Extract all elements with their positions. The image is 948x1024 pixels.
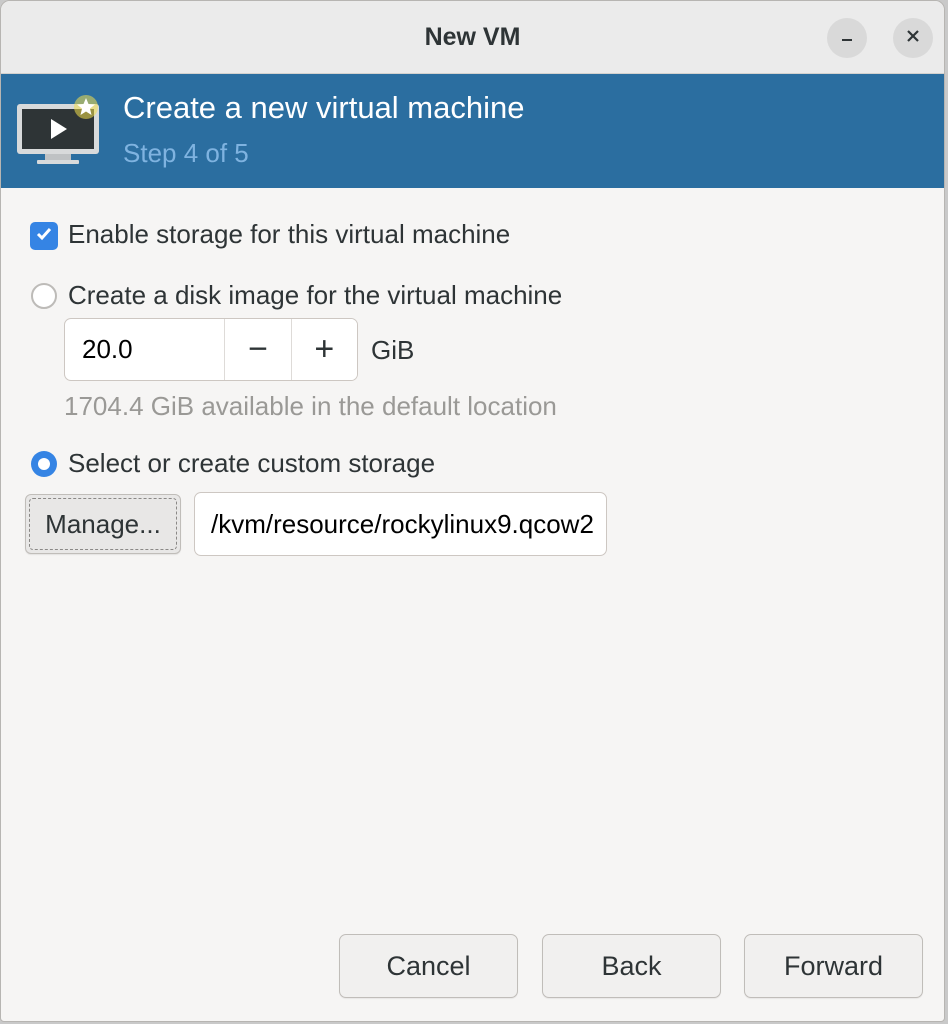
radio-dot xyxy=(38,458,50,470)
minimize-icon xyxy=(839,28,855,49)
decrement-button[interactable]: − xyxy=(224,319,291,380)
enable-storage-label[interactable]: Enable storage for this virtual machine xyxy=(68,219,510,250)
forward-button[interactable]: Forward xyxy=(744,934,923,998)
new-vm-dialog: New VM Create a new virtual machine Step… xyxy=(0,0,945,1022)
manage-button-label: Manage... xyxy=(45,508,161,539)
increment-button[interactable]: + xyxy=(290,319,357,380)
disk-size-spinbutton[interactable]: 20.0 − + xyxy=(64,318,358,381)
minimize-button[interactable] xyxy=(827,18,867,58)
virtual-machine-icon xyxy=(15,90,105,170)
wizard-heading: Create a new virtual machine xyxy=(123,90,525,125)
wizard-step: Step 4 of 5 xyxy=(123,138,249,168)
create-disk-radio[interactable] xyxy=(31,283,57,309)
back-button[interactable]: Back xyxy=(542,934,721,998)
checkmark-icon xyxy=(34,224,54,249)
wizard-banner: Create a new virtual machine Step 4 of 5 xyxy=(1,74,944,188)
manage-button[interactable]: Manage... xyxy=(25,494,181,554)
cancel-button[interactable]: Cancel xyxy=(339,934,518,998)
create-disk-label[interactable]: Create a disk image for the virtual mach… xyxy=(68,280,562,311)
enable-storage-checkbox[interactable] xyxy=(30,222,58,250)
close-icon xyxy=(905,28,921,49)
close-button[interactable] xyxy=(893,18,933,58)
available-space-hint: 1704.4 GiB available in the default loca… xyxy=(64,391,557,421)
title-bar[interactable]: New VM xyxy=(1,1,944,74)
disk-size-input[interactable]: 20.0 xyxy=(65,319,224,380)
custom-storage-radio[interactable] xyxy=(31,451,57,477)
custom-storage-label[interactable]: Select or create custom storage xyxy=(68,448,435,479)
disk-size-unit: GiB xyxy=(371,335,415,365)
window-title: New VM xyxy=(424,23,521,51)
custom-storage-path-input[interactable]: /kvm/resource/rockylinux9.qcow2 xyxy=(194,492,607,556)
